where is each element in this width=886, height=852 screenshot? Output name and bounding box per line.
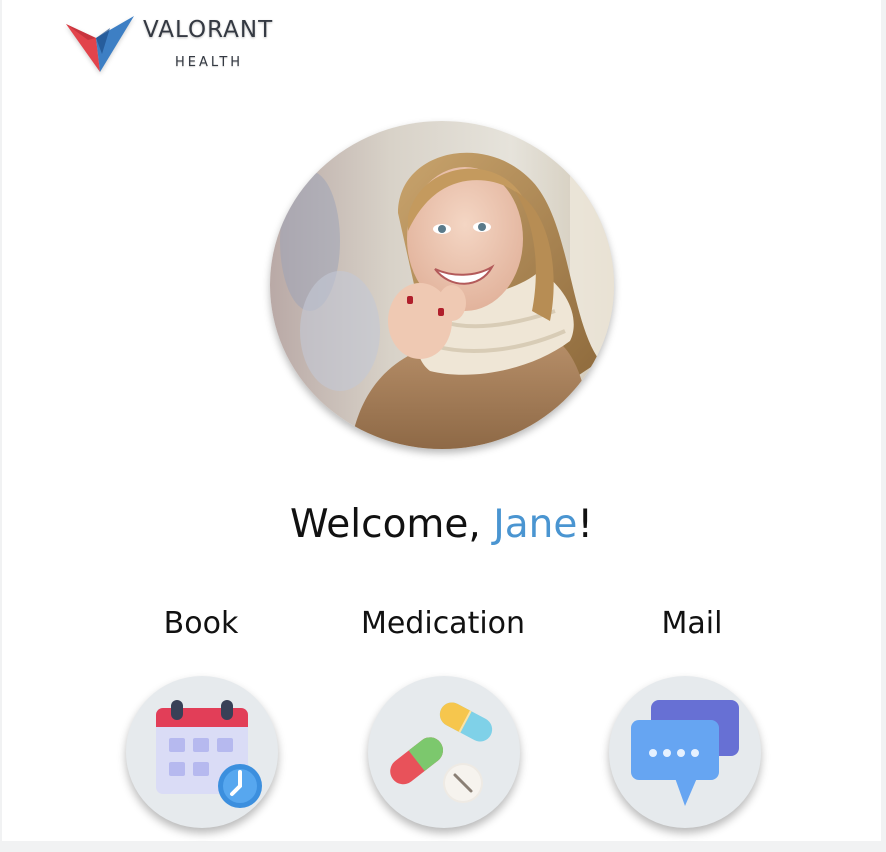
brand-name: VALORANT	[143, 17, 274, 43]
chat-bubbles-icon	[631, 700, 739, 806]
logo-mark-icon	[66, 16, 134, 72]
home-screen: VALORANT HEALTH Welcome, Jane! Book Medi…	[2, 0, 881, 841]
book-button[interactable]	[126, 676, 278, 828]
calendar-clock-icon	[156, 700, 262, 808]
medication-label: Medication	[360, 606, 526, 641]
brand-logo[interactable]: VALORANT HEALTH	[66, 14, 306, 76]
welcome-punctuation: !	[577, 502, 593, 547]
mail-label: Mail	[661, 606, 723, 641]
welcome-greeting: Welcome,	[290, 502, 494, 547]
welcome-heading: Welcome, Jane!	[2, 502, 881, 547]
book-label: Book	[163, 606, 239, 641]
avatar[interactable]	[270, 121, 614, 449]
pills-icon	[390, 702, 493, 803]
mail-button[interactable]	[609, 676, 761, 828]
medication-button[interactable]	[368, 676, 520, 828]
user-name: Jane	[493, 502, 578, 547]
brand-subtitle: HEALTH	[175, 55, 244, 70]
user-photo-icon	[270, 121, 614, 449]
